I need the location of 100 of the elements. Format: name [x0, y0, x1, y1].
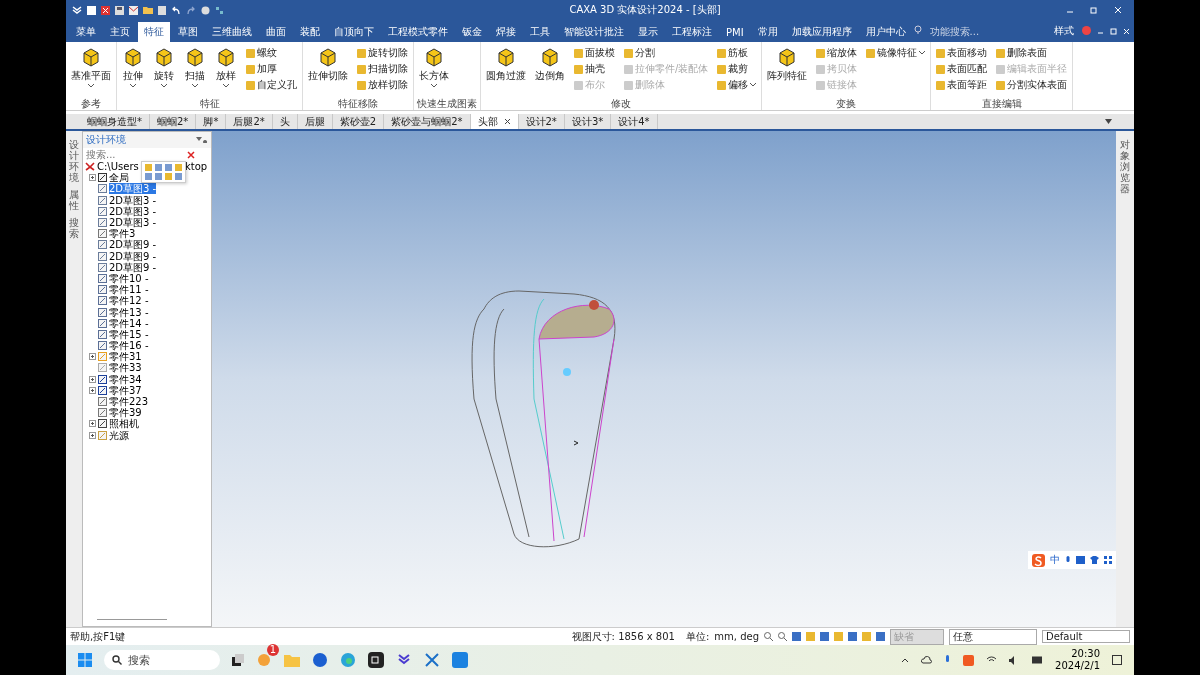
tree-item[interactable]: 2D草图9 - — [109, 261, 157, 273]
restore-icon[interactable] — [1090, 6, 1098, 14]
tree-item[interactable]: 零件33 — [109, 362, 142, 374]
ribbon-button[interactable]: 放样 — [213, 44, 239, 97]
tree-item[interactable]: 零件11 - — [109, 284, 149, 296]
windows-start-icon[interactable] — [78, 653, 92, 667]
ribbon-button[interactable]: 抽壳 — [572, 62, 617, 76]
wifi-icon[interactable] — [986, 656, 998, 664]
ribbon-tab[interactable]: 自顶向下 — [328, 22, 380, 42]
redo-icon[interactable] — [186, 5, 196, 15]
ribbon-button[interactable]: 基准平面 — [69, 44, 113, 97]
ribbon-button[interactable]: 面拔模 — [572, 46, 617, 60]
ribbon-tab[interactable]: PMI — [720, 22, 750, 42]
tree-item[interactable]: 零件13 - — [109, 306, 149, 318]
tree-item[interactable]: 零件34 — [109, 373, 142, 385]
side-tab[interactable]: 对象浏览器 — [1120, 139, 1130, 194]
close-icon[interactable] — [503, 118, 511, 125]
ribbon-button[interactable]: 拉伸切除 — [306, 44, 350, 97]
ribbon-tab[interactable]: 三维曲线 — [206, 22, 258, 42]
tree-item[interactable]: 零件31 — [109, 351, 142, 363]
ribbon-button[interactable]: 镜像特征 — [864, 46, 928, 60]
new-file-icon[interactable] — [87, 5, 96, 15]
ribbon-button[interactable]: 圆角过渡 — [484, 44, 528, 97]
ribbon-tab[interactable]: 菜单 — [70, 22, 102, 42]
dropdown-icon[interactable] — [1105, 119, 1112, 124]
ribbon-tab[interactable]: 加载应用程序 — [785, 22, 858, 42]
ribbon-tab[interactable]: 工程标注 — [666, 22, 718, 42]
ribbon-tab[interactable]: 智能设计批注 — [558, 22, 630, 42]
ribbon-tab[interactable]: 工具 — [524, 22, 556, 42]
tree-item[interactable]: C:\Users — [97, 161, 139, 173]
tree-item[interactable]: 零件39 — [109, 407, 142, 419]
scheme-field[interactable]: Default — [1042, 630, 1130, 643]
ribbon-button[interactable]: 筋板 — [715, 46, 759, 60]
ribbon-button[interactable]: 边倒角 — [533, 44, 567, 97]
ribbon-button[interactable]: 螺纹 — [244, 46, 299, 60]
feature-search-field[interactable]: 功能搜索... — [927, 25, 1012, 38]
tree-item[interactable]: 零件14 - — [109, 317, 149, 329]
filter-field[interactable]: 任意 — [949, 628, 1037, 645]
clock-date[interactable]: 2024/2/1 — [1055, 660, 1100, 672]
side-tab[interactable]: 搜索 — [69, 217, 79, 239]
tree-item[interactable]: 2D草图3 - — [109, 183, 157, 195]
tree-item[interactable]: 零件12 - — [109, 295, 149, 307]
expand-icon[interactable] — [89, 174, 96, 182]
document-tab[interactable]: 头部 — [470, 114, 519, 129]
restore-icon[interactable] — [1110, 28, 1117, 35]
task-view-icon[interactable] — [232, 654, 244, 666]
chevron-up-icon[interactable] — [901, 657, 910, 663]
expand-icon[interactable] — [89, 375, 96, 383]
close-file-icon[interactable] — [101, 5, 110, 15]
expand-icon[interactable] — [89, 431, 96, 439]
ribbon-button[interactable]: 长方体 — [417, 44, 451, 97]
app-icon[interactable] — [312, 652, 328, 668]
ribbon-tab[interactable]: 用户中心 — [859, 22, 912, 42]
tree-item[interactable]: 零件10 - — [109, 272, 149, 284]
tree-item[interactable]: 光源 — [109, 429, 129, 441]
ribbon-tab[interactable]: 特征 — [138, 22, 170, 42]
tree-item[interactable]: 零件16 - — [109, 340, 149, 352]
ribbon-tab[interactable]: 显示 — [632, 22, 664, 42]
mail-icon[interactable] — [129, 5, 138, 15]
ribbon-button[interactable]: 偏移 — [715, 78, 759, 92]
ribbon-button[interactable]: 放样切除 — [355, 78, 410, 92]
tree-item[interactable]: 2D草图3 - — [109, 217, 157, 229]
ribbon-button[interactable]: 表面等距 — [934, 78, 990, 92]
expand-icon[interactable] — [89, 420, 96, 428]
shirt-icon[interactable] — [1090, 556, 1099, 564]
ribbon-button[interactable]: 自定义孔 — [244, 78, 299, 92]
save-icon[interactable] — [115, 5, 124, 15]
tree-item[interactable]: 全局 — [109, 172, 129, 184]
side-tab[interactable]: 属性 — [69, 189, 79, 211]
tree-item[interactable]: 零件3 — [109, 228, 136, 240]
ribbon-button[interactable]: 缩放体 — [814, 46, 860, 60]
ribbon-tab[interactable]: 焊接 — [490, 22, 522, 42]
ribbon-button[interactable]: 分割实体表面 — [994, 78, 1070, 92]
taskbar-search-field[interactable]: 搜索 — [104, 650, 220, 670]
ribbon-button[interactable]: 阵列特征 — [765, 44, 810, 97]
ribbon-button[interactable]: 加厚 — [244, 62, 299, 76]
ribbon-tab[interactable]: 常用 — [751, 22, 784, 42]
cloud-icon[interactable] — [921, 656, 933, 664]
zoom-icon[interactable] — [778, 632, 787, 641]
clock-time[interactable]: 20:30 — [1071, 648, 1100, 660]
tree-item[interactable]: 照相机 — [109, 418, 139, 430]
zoom-icon[interactable] — [764, 632, 773, 641]
input-method-logo-icon[interactable] — [963, 654, 975, 666]
battery-icon[interactable] — [1032, 656, 1044, 664]
expand-icon[interactable] — [89, 386, 96, 394]
tree-item[interactable]: 零件15 - — [109, 328, 149, 340]
tree-item[interactable]: 2D草图3 - — [109, 205, 157, 217]
ribbon-button[interactable]: 扫描切除 — [355, 62, 410, 76]
ribbon-button[interactable]: 表面匹配 — [934, 62, 990, 76]
ribbon-tab[interactable]: 钣金 — [456, 22, 488, 42]
ribbon-tab[interactable]: 主页 — [104, 22, 136, 42]
input-mode-label[interactable]: 中 — [1050, 553, 1060, 567]
notification-icon[interactable] — [1112, 655, 1122, 665]
ribbon-button[interactable]: 分割 — [622, 46, 711, 60]
ribbon-button[interactable]: 删除表面 — [994, 46, 1070, 60]
microphone-icon[interactable] — [1065, 555, 1071, 565]
clear-icon[interactable] — [187, 150, 195, 159]
ribbon-button[interactable]: 旋转 — [151, 44, 177, 97]
ribbon-tab[interactable]: 工程模式零件 — [382, 22, 454, 42]
ribbon-tab[interactable]: 曲面 — [260, 22, 292, 42]
